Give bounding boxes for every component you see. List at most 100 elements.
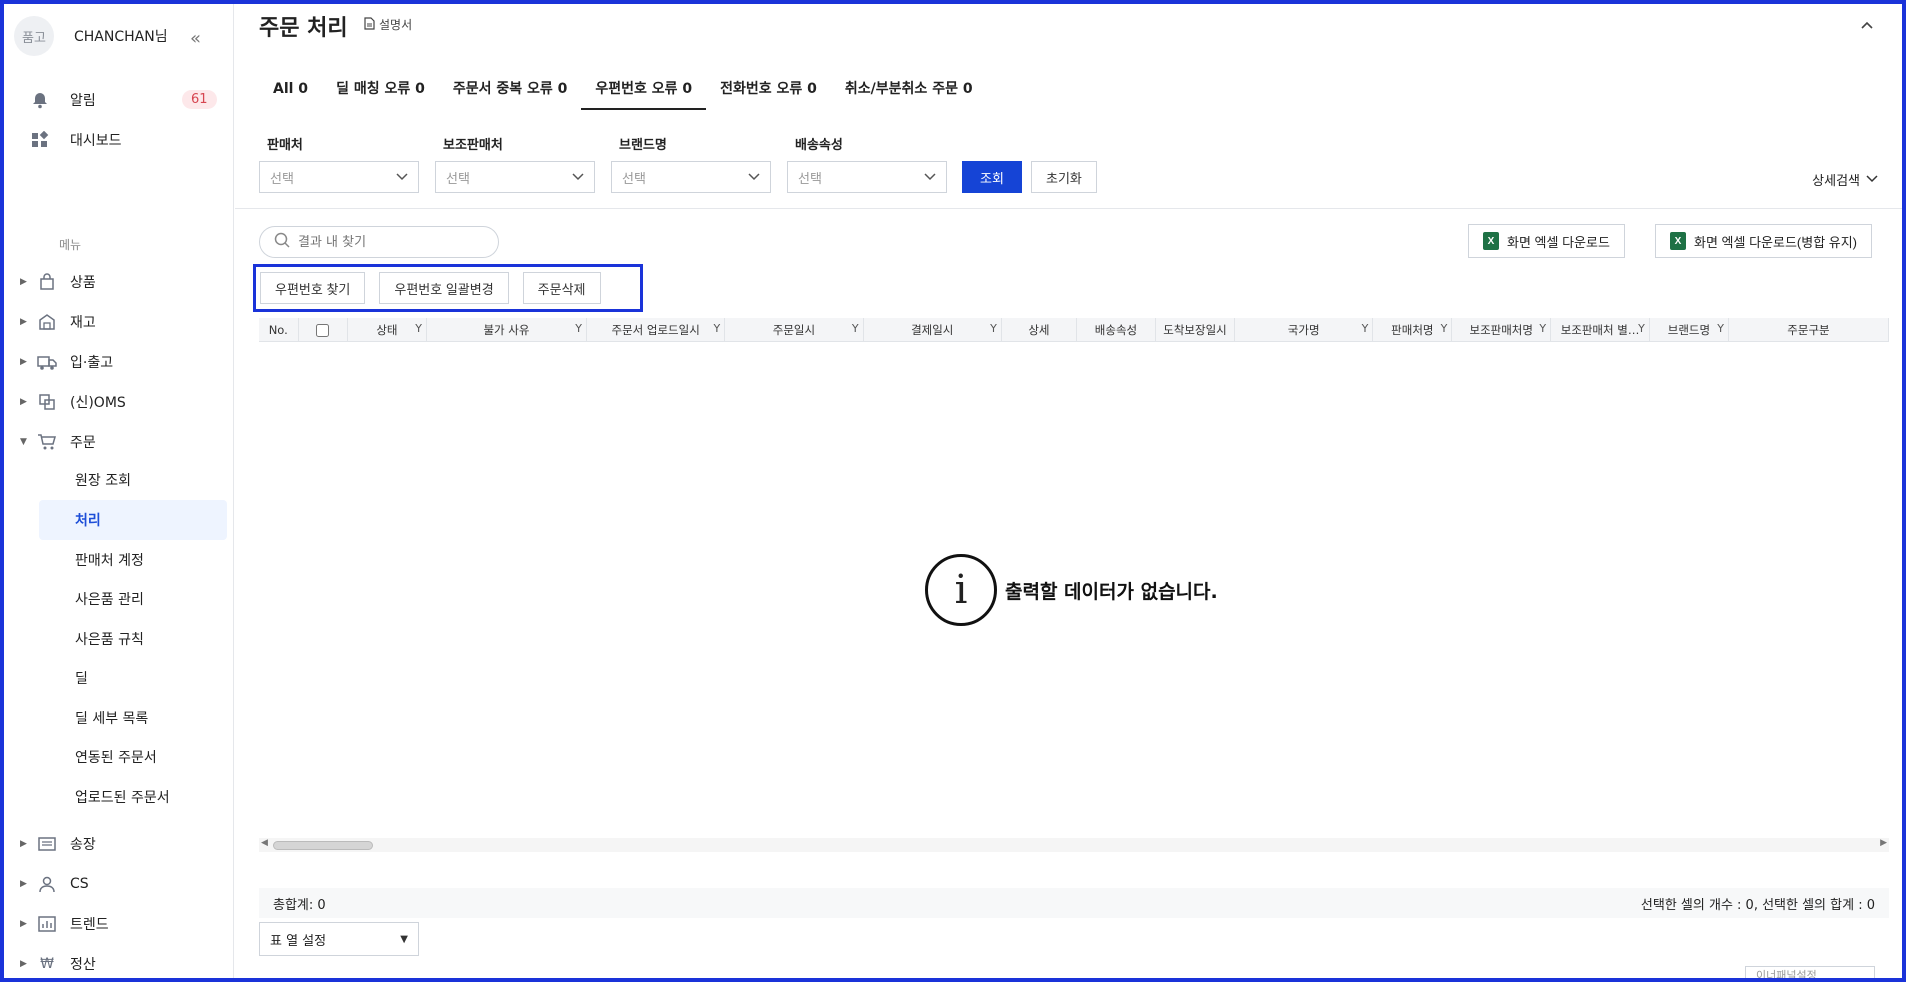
tab-deal-matching-error[interactable]: 딜 매칭 오류 0 xyxy=(322,76,439,110)
column-header-seller-name[interactable]: 판매처명 Y xyxy=(1373,318,1453,342)
shipping-attribute-select[interactable]: 선택 xyxy=(787,161,947,193)
tab-duplicate-order-error[interactable]: 주문서 중복 오류 0 xyxy=(439,76,582,110)
sidebar-item-cs[interactable]: ▶ CS xyxy=(20,872,89,896)
filter-seller: 판매처 선택 xyxy=(259,134,419,193)
find-zipcode-button[interactable]: 우편번호 찾기 xyxy=(260,272,366,304)
chevron-down-icon xyxy=(1866,172,1878,187)
chevron-down-icon xyxy=(924,170,936,185)
sidebar-item-label: CS xyxy=(70,876,89,892)
column-header-order-type[interactable]: 주문구분 xyxy=(1729,318,1889,342)
horizontal-scrollbar[interactable]: ◀ ▶ xyxy=(259,838,1889,852)
sidebar-item-new-oms[interactable]: ▶ (신)OMS xyxy=(20,390,126,414)
seller-select[interactable]: 선택 xyxy=(259,161,419,193)
filter-icon[interactable]: Y xyxy=(1362,322,1369,335)
sidebar-sub-deal-details[interactable]: 딜 세부 목록 xyxy=(39,698,227,738)
sidebar-item-settlement[interactable]: ▶ ₩ 정산 xyxy=(20,952,96,976)
sidebar-item-trends[interactable]: ▶ 트렌드 xyxy=(20,912,109,936)
column-label: 주문일시 xyxy=(772,323,816,337)
excel-download-button[interactable]: X 화면 엑셀 다운로드 xyxy=(1468,224,1625,258)
profile[interactable]: 품고 CHANCHAN님 xyxy=(14,16,168,56)
sidebar-item-inventory[interactable]: ▶ 재고 xyxy=(20,310,96,334)
column-header-status[interactable]: 상태 Y xyxy=(348,318,427,342)
filter-icon[interactable]: Y xyxy=(575,322,582,335)
filter-icon[interactable]: Y xyxy=(714,322,721,335)
select-all-checkbox[interactable] xyxy=(316,323,330,337)
sidebar-sub-seller-accounts[interactable]: 판매처 계정 xyxy=(39,540,227,580)
delete-order-button[interactable]: 주문삭제 xyxy=(522,272,601,304)
column-header-country[interactable]: 국가명 Y xyxy=(1235,318,1374,342)
sub-seller-select[interactable]: 선택 xyxy=(435,161,595,193)
sidebar-sub-uploaded-orders[interactable]: 업로드된 주문서 xyxy=(39,777,227,817)
tab-zipcode-error[interactable]: 우편번호 오류 0 xyxy=(581,76,707,110)
table-header: No. 상태 Y 불가 사유 Y 주문서 업로드일시 Y 주문일시 Y 결제일시… xyxy=(259,318,1889,342)
excel-download-merged-button[interactable]: X 화면 엑셀 다운로드(병합 유지) xyxy=(1655,224,1873,258)
search-input[interactable] xyxy=(298,234,478,250)
document-icon xyxy=(364,16,375,33)
bulk-zipcode-change-button[interactable]: 우편번호 일괄변경 xyxy=(379,272,509,304)
chevron-down-icon xyxy=(396,170,408,185)
scrollbar-thumb[interactable] xyxy=(273,841,373,850)
search-button[interactable]: 조회 xyxy=(962,161,1022,193)
column-header-select xyxy=(299,318,348,342)
page-title: 주문 처리 xyxy=(259,16,348,41)
column-header-payment-datetime[interactable]: 결제일시 Y xyxy=(864,318,1002,342)
caret-right-icon: ▶ xyxy=(20,959,27,969)
bar-chart-icon xyxy=(36,913,58,935)
column-header-shipping-attribute[interactable]: 배송속성 xyxy=(1077,318,1156,342)
sidebar-sub-gift-management[interactable]: 사은품 관리 xyxy=(39,579,227,619)
chevron-down-icon xyxy=(572,170,584,185)
filter-icon[interactable]: Y xyxy=(415,322,422,335)
column-header-sub-seller-name[interactable]: 보조판매처명 Y xyxy=(1452,318,1552,342)
sidebar-sub-ledger[interactable]: 원장 조회 xyxy=(39,460,227,500)
column-label: 불가 사유 xyxy=(483,323,530,337)
scroll-right-icon[interactable]: ▶ xyxy=(1880,838,1887,848)
sidebar-sub-deals[interactable]: 딜 xyxy=(39,658,227,698)
sidebar-sub-linked-orders[interactable]: 연동된 주문서 xyxy=(39,737,227,777)
sidebar-item-products[interactable]: ▶ 상품 xyxy=(20,270,96,294)
brand-select[interactable]: 선택 xyxy=(611,161,771,193)
filter-label: 보조판매처 xyxy=(443,138,503,153)
scroll-left-icon[interactable]: ◀ xyxy=(261,838,268,848)
caret-right-icon: ▶ xyxy=(20,919,27,929)
section-divider xyxy=(235,208,1902,209)
sidebar-sub-gift-rules[interactable]: 사은품 규칙 xyxy=(39,619,227,659)
column-label: 판매처명 xyxy=(1391,323,1434,337)
tab-all[interactable]: All 0 xyxy=(259,76,322,110)
manual-link[interactable]: 설명서 xyxy=(364,16,412,33)
transfer-icon xyxy=(36,391,58,413)
column-header-brand[interactable]: 브랜드명 Y xyxy=(1650,318,1729,342)
floating-panel-button[interactable]: 이너패널설정 xyxy=(1745,966,1875,982)
filter-icon[interactable]: Y xyxy=(1441,322,1448,335)
detail-search-toggle[interactable]: 상세검색 xyxy=(1812,170,1878,189)
sidebar-item-orders[interactable]: ▼ 주문 xyxy=(20,430,96,454)
sidebar-item-invoices[interactable]: ▶ 송장 xyxy=(20,832,96,856)
filter-icon[interactable]: Y xyxy=(1717,322,1724,335)
column-label: 보조판매처 별… xyxy=(1560,323,1640,337)
sidebar-item-dashboard[interactable]: 대시보드 xyxy=(28,128,122,152)
filter-icon[interactable]: Y xyxy=(1539,322,1546,335)
column-header-sub-seller-alias[interactable]: 보조판매처 별… Y xyxy=(1551,318,1650,342)
column-setting-select[interactable]: 표 열 설정 ▼ xyxy=(259,922,419,956)
filter-icon[interactable]: Y xyxy=(990,322,997,335)
column-header-arrival-guarantee[interactable]: 도착보장일시 xyxy=(1156,318,1236,342)
result-search[interactable] xyxy=(259,226,499,258)
filter-icon[interactable]: Y xyxy=(852,322,859,335)
column-header-upload-datetime[interactable]: 주문서 업로드일시 Y xyxy=(587,318,726,342)
collapse-sidebar-icon[interactable]: « xyxy=(190,28,201,49)
column-header-reason[interactable]: 불가 사유 Y xyxy=(427,318,587,342)
column-header-no[interactable]: No. xyxy=(259,318,299,342)
column-header-order-datetime[interactable]: 주문일시 Y xyxy=(725,318,864,342)
sidebar-item-inbound-outbound[interactable]: ▶ 입·출고 xyxy=(20,350,113,374)
filter-icon[interactable]: Y xyxy=(1638,322,1645,335)
tab-cancelled-orders[interactable]: 취소/부분취소 주문 0 xyxy=(831,76,987,110)
reset-button[interactable]: 초기화 xyxy=(1031,161,1097,193)
sidebar-item-notifications[interactable]: 알림 xyxy=(28,88,96,112)
list-icon xyxy=(36,833,58,855)
manual-label: 설명서 xyxy=(379,18,413,32)
tab-phone-error[interactable]: 전화번호 오류 0 xyxy=(706,76,831,110)
column-header-detail[interactable]: 상세 xyxy=(1002,318,1077,342)
chevron-up-icon[interactable] xyxy=(1860,18,1874,34)
filter-sub-seller: 보조판매처 선택 xyxy=(435,134,595,193)
sidebar-sub-processing[interactable]: 처리 xyxy=(39,500,227,540)
excel-icon: X xyxy=(1670,232,1686,250)
